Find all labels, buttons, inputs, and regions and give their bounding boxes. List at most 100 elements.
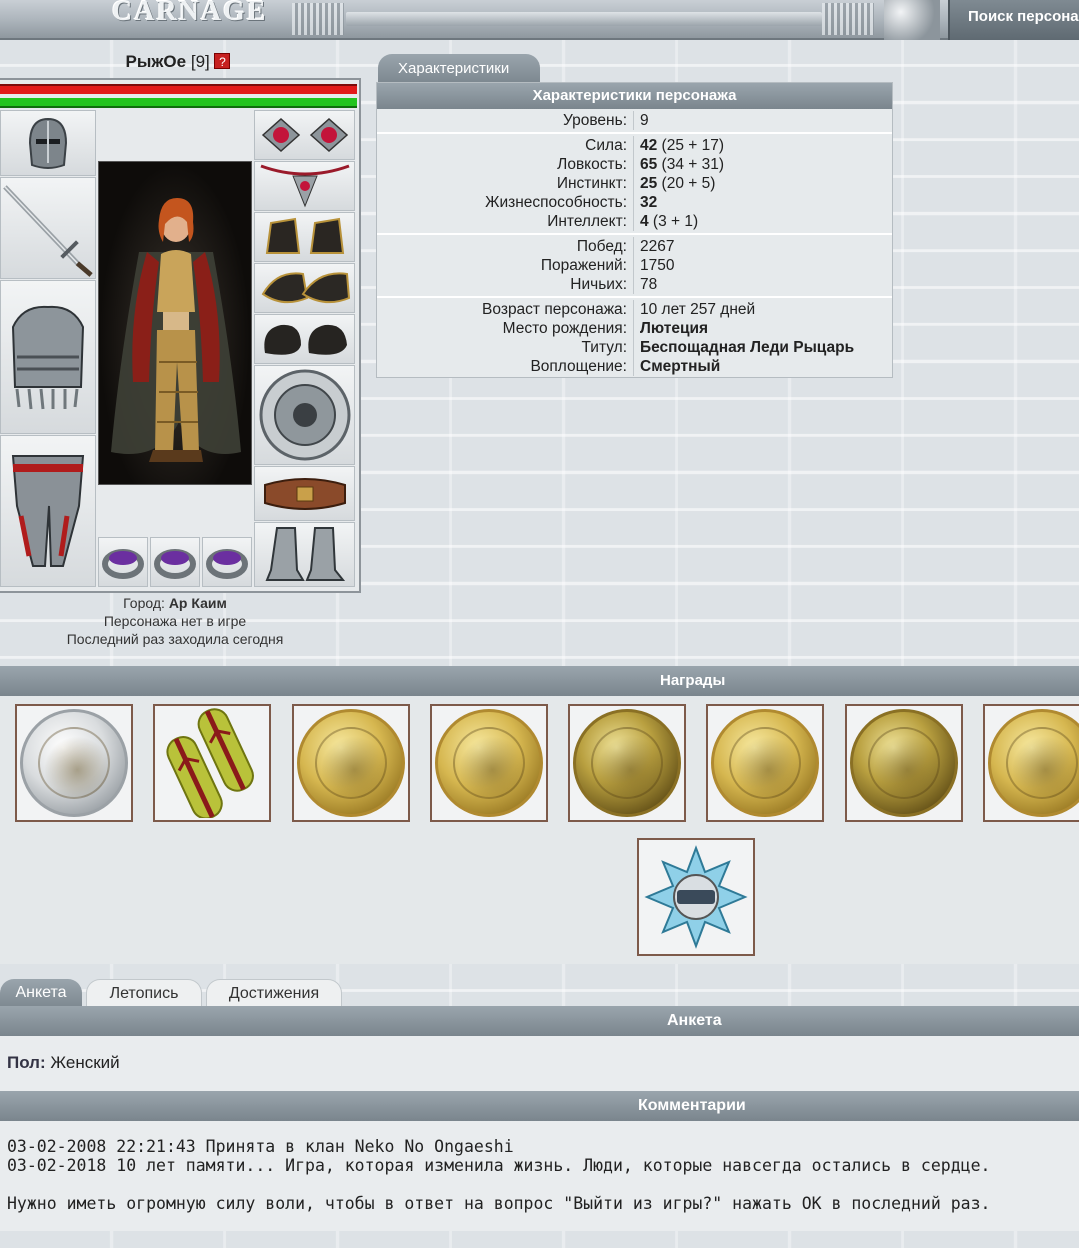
character-name[interactable]: РыжОе [126, 52, 187, 71]
bracers-slot[interactable] [254, 212, 355, 262]
stat-row: Сила: 42 (25 + 17) [377, 136, 892, 155]
stat-value-text: (25 + 17) [657, 137, 725, 154]
stat-row: Интеллект: 4 (3 + 1) [377, 212, 892, 231]
sword-icon [3, 185, 93, 277]
tab-anketa[interactable]: Анкета [0, 979, 82, 1009]
ring-slot-2[interactable] [150, 537, 200, 587]
medal-relief [591, 727, 663, 799]
stat-value-bold: 65 [640, 156, 658, 173]
armor-slot[interactable] [0, 280, 96, 434]
info-icon[interactable]: ? [214, 53, 231, 69]
stat-value-bold: 25 [640, 175, 658, 192]
ring-icon [206, 549, 248, 579]
snowflake-badge-icon [644, 845, 748, 949]
bracers-icon [265, 217, 344, 254]
stat-label: Воплощение: [377, 357, 634, 376]
comment-line: Нужно иметь огромную силу воли, чтобы в … [7, 1194, 991, 1213]
boots-slot[interactable] [254, 522, 355, 587]
gloves-icon [263, 324, 347, 355]
award-item[interactable] [153, 704, 271, 822]
stat-group: Побед: 2267 Поражений: 1750 Ничьих: 78 [377, 235, 892, 298]
stat-value: Беспощадная Леди Рыцарь [634, 338, 854, 357]
stat-value-text: 9 [640, 112, 649, 129]
medal-relief [729, 727, 801, 799]
health-bar [0, 84, 357, 94]
stat-row: Жизнеспособность: 32 [377, 193, 892, 212]
shoulder-straps-icon [166, 708, 254, 818]
gloves-slot[interactable] [254, 314, 355, 364]
character-location-info: Город: Ар Каим Персонажа нет в игре Посл… [0, 594, 350, 648]
amulet-earrings-icon [261, 117, 348, 153]
comment-line: 03-02-2008 22:21:43 Принята в клан Neko … [7, 1137, 514, 1156]
stat-value: 65 (34 + 31) [634, 155, 724, 174]
stat-row: Место рождения: Лютеция [377, 319, 892, 338]
stat-value-text: 2267 [640, 238, 675, 255]
comments-section-title: Комментарии [0, 1091, 1079, 1121]
tab-achievements[interactable]: Достижения [206, 979, 342, 1009]
stat-value-text: (20 + 5) [657, 175, 716, 192]
character-avatar [98, 161, 252, 485]
stat-value-bold: Смертный [640, 358, 721, 375]
award-item[interactable] [983, 704, 1079, 822]
stat-label: Интеллект: [377, 212, 634, 231]
award-item[interactable] [637, 838, 755, 956]
last-seen: Последний раз заходила сегодня [66, 631, 284, 647]
banner-ornament-bar [346, 12, 822, 26]
stat-label: Сила: [377, 136, 634, 155]
stat-row: Инстинкт: 25 (20 + 5) [377, 174, 892, 193]
stat-row: Поражений: 1750 [377, 256, 892, 275]
award-item[interactable] [568, 704, 686, 822]
armor-icon [11, 305, 85, 410]
boots-icon [265, 526, 345, 581]
tab-characteristics[interactable]: Характеристики [378, 54, 540, 84]
leg-armor-slot[interactable] [0, 435, 96, 587]
stat-label: Поражений: [377, 256, 634, 275]
helmet-slot[interactable] [0, 110, 96, 176]
gold-medal-icon [297, 709, 405, 817]
earrings-slot[interactable] [254, 110, 355, 160]
stat-value-text: 1750 [640, 257, 675, 274]
ring-slot-3[interactable] [202, 537, 252, 587]
award-item[interactable] [706, 704, 824, 822]
award-item[interactable] [845, 704, 963, 822]
weapon-slot[interactable] [0, 177, 96, 279]
stat-value: 42 (25 + 17) [634, 136, 724, 155]
stat-label: Ничьих: [377, 275, 634, 294]
character-search-button[interactable]: Поиск персона [948, 0, 1079, 40]
comment-line: 03-02-2018 10 лет памяти... Игра, котора… [7, 1156, 991, 1175]
stat-value-bold: 32 [640, 194, 658, 211]
stat-row: Уровень: 9 [377, 111, 892, 130]
stat-value: 2267 [634, 237, 674, 256]
stat-group: Уровень: 9 [377, 109, 892, 134]
stats-table: Уровень: 9 Сила: 42 (25 + 17) Ловкость: 65 (3… [377, 109, 892, 378]
ring-slot-1[interactable] [98, 537, 148, 587]
gold-medal-icon [850, 709, 958, 817]
ring-icon [154, 549, 196, 579]
stat-value: 4 (3 + 1) [634, 212, 698, 231]
stat-label: Титул: [377, 338, 634, 357]
necklace-icon [259, 164, 350, 208]
belt-slot[interactable] [254, 466, 355, 521]
character-name-line: РыжОе [9] ? [0, 52, 356, 72]
stat-value-text: (3 + 1) [648, 213, 699, 230]
shield-slot[interactable] [254, 365, 355, 465]
award-item[interactable] [15, 704, 133, 822]
medal-relief [453, 727, 525, 799]
profile-section-body [0, 1036, 1079, 1091]
stat-row: Возраст персонажа: 10 лет 257 дней [377, 300, 892, 319]
gender-line: Пол: Женский [7, 1053, 120, 1073]
award-item[interactable] [292, 704, 410, 822]
necklace-slot[interactable] [254, 161, 355, 211]
city-name[interactable]: Ар Каим [169, 595, 227, 611]
gauntlets-slot[interactable] [254, 263, 355, 313]
mana-bar [0, 98, 357, 108]
stat-value-bold: Беспощадная Леди Рыцарь [640, 339, 855, 356]
silver-medal-icon [20, 709, 128, 817]
character-level: [9] [190, 52, 210, 71]
award-item[interactable] [430, 704, 548, 822]
equipment-panel [0, 78, 361, 593]
awards-title: Награды [0, 666, 1079, 696]
tab-chronicle[interactable]: Летопись [86, 979, 202, 1009]
medal-relief [868, 727, 940, 799]
stat-value-bold: Лютеция [640, 320, 709, 337]
